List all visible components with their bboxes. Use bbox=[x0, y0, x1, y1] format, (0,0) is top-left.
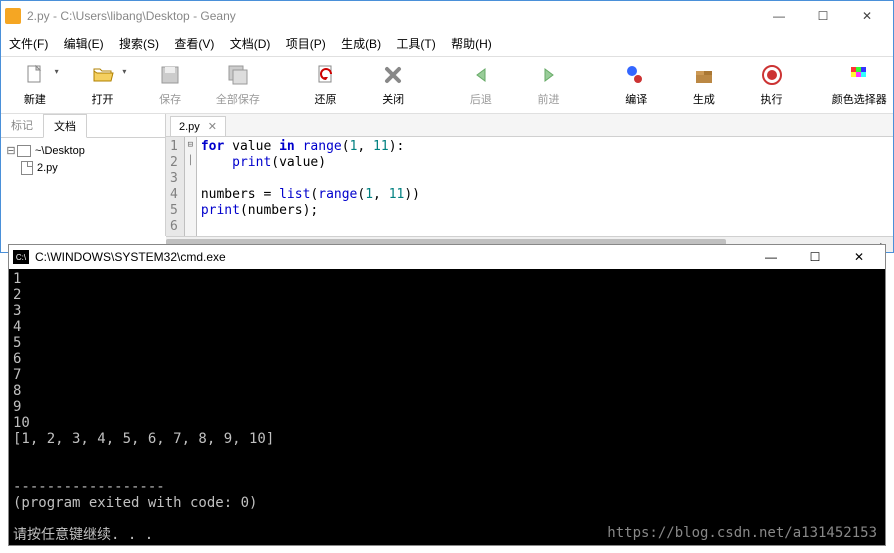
new-file-icon bbox=[23, 63, 47, 87]
caret-icon: ▾ bbox=[122, 67, 126, 76]
sidebar-tabs: 标记 文档 bbox=[1, 114, 165, 138]
color-picker-button[interactable]: 颜色选择器 bbox=[825, 59, 893, 111]
file-tree: ⊟ ~\Desktop 2.py bbox=[1, 138, 165, 181]
cmd-icon: C:\ bbox=[13, 250, 29, 264]
menu-file[interactable]: 文件(F) bbox=[9, 37, 48, 51]
line-numbers: 1 2 3 4 5 6 bbox=[166, 137, 185, 236]
console-text: 1 2 3 4 5 6 7 8 9 10 [1, 2, 3, 4, 5, 6, … bbox=[13, 271, 274, 543]
tree-file[interactable]: 2.py bbox=[5, 159, 161, 177]
forward-button[interactable]: 前进 bbox=[515, 59, 583, 111]
collapse-icon: ⊟ bbox=[5, 144, 17, 157]
maximize-button[interactable]: ☐ bbox=[801, 2, 845, 30]
console-minimize-button[interactable]: — bbox=[749, 246, 793, 268]
menu-view[interactable]: 查看(V) bbox=[174, 37, 214, 51]
fold-column[interactable]: ⊟ │ bbox=[185, 137, 197, 236]
sidebar-tab-documents[interactable]: 文档 bbox=[43, 114, 87, 138]
console-titlebar: C:\ C:\WINDOWS\SYSTEM32\cmd.exe — ☐ ✕ bbox=[9, 245, 885, 269]
new-button[interactable]: ▾新建 bbox=[1, 59, 69, 111]
menu-edit[interactable]: 编辑(E) bbox=[64, 37, 104, 51]
toolbar: ▾新建 ▾打开 保存 全部保存 还原 关闭 后退 前进 编译 生成 执行 颜色选… bbox=[1, 56, 893, 114]
console-output[interactable]: 1 2 3 4 5 6 7 8 9 10 [1, 2, 3, 4, 5, 6, … bbox=[9, 269, 885, 545]
console-maximize-button[interactable]: ☐ bbox=[793, 246, 837, 268]
code-editor[interactable]: 1 2 3 4 5 6 ⊟ │ for value in range(1, 11… bbox=[166, 137, 893, 236]
editor-area: 2.py ✕ 1 2 3 4 5 6 ⊟ │ for value in range… bbox=[166, 114, 893, 236]
close-file-icon bbox=[381, 63, 405, 87]
compile-icon bbox=[624, 63, 648, 87]
menu-project[interactable]: 项目(P) bbox=[286, 37, 326, 51]
back-button[interactable]: 后退 bbox=[447, 59, 515, 111]
open-button[interactable]: ▾打开 bbox=[69, 59, 137, 111]
open-folder-icon bbox=[91, 63, 115, 87]
close-file-button[interactable]: 关闭 bbox=[359, 59, 427, 111]
file-icon bbox=[21, 161, 33, 175]
menu-help[interactable]: 帮助(H) bbox=[451, 37, 492, 51]
menu-tools[interactable]: 工具(T) bbox=[396, 37, 435, 51]
menu-build[interactable]: 生成(B) bbox=[341, 37, 381, 51]
console-title: C:\WINDOWS\SYSTEM32\cmd.exe bbox=[35, 250, 749, 264]
folder-label: ~\Desktop bbox=[35, 145, 85, 157]
close-button[interactable]: ✕ bbox=[845, 2, 889, 30]
revert-icon bbox=[314, 63, 338, 87]
titlebar: 2.py - C:\Users\libang\Desktop - Geany —… bbox=[1, 1, 893, 31]
file-label: 2.py bbox=[37, 162, 58, 174]
geany-window: 2.py - C:\Users\libang\Desktop - Geany —… bbox=[0, 0, 894, 253]
window-title: 2.py - C:\Users\libang\Desktop - Geany bbox=[27, 9, 757, 23]
menubar: 文件(F) 编辑(E) 搜索(S) 查看(V) 文档(D) 项目(P) 生成(B… bbox=[1, 31, 893, 56]
code-content[interactable]: for value in range(1, 11): print(value) … bbox=[197, 137, 893, 236]
tab-label: 2.py bbox=[179, 121, 200, 133]
back-icon bbox=[469, 63, 493, 87]
close-tab-icon[interactable]: ✕ bbox=[208, 120, 217, 133]
sidebar: 标记 文档 ⊟ ~\Desktop 2.py bbox=[1, 114, 166, 236]
save-all-icon bbox=[226, 63, 250, 87]
execute-icon bbox=[760, 63, 784, 87]
caret-icon: ▾ bbox=[55, 67, 59, 76]
tree-folder[interactable]: ⊟ ~\Desktop bbox=[5, 142, 161, 159]
folder-icon bbox=[17, 145, 31, 157]
editor-tabs: 2.py ✕ bbox=[166, 114, 893, 137]
save-button[interactable]: 保存 bbox=[136, 59, 204, 111]
app-icon bbox=[5, 8, 21, 24]
minimize-button[interactable]: — bbox=[757, 2, 801, 30]
menu-document[interactable]: 文档(D) bbox=[230, 37, 271, 51]
build-button[interactable]: 生成 bbox=[670, 59, 738, 111]
save-icon bbox=[158, 63, 182, 87]
execute-button[interactable]: 执行 bbox=[738, 59, 806, 111]
editor-tab[interactable]: 2.py ✕ bbox=[170, 116, 226, 136]
watermark: https://blog.csdn.net/a131452153 bbox=[607, 525, 877, 541]
menu-search[interactable]: 搜索(S) bbox=[119, 37, 159, 51]
compile-button[interactable]: 编译 bbox=[602, 59, 670, 111]
console-window: C:\ C:\WINDOWS\SYSTEM32\cmd.exe — ☐ ✕ 1 … bbox=[8, 244, 886, 546]
revert-button[interactable]: 还原 bbox=[292, 59, 360, 111]
build-icon bbox=[692, 63, 716, 87]
forward-icon bbox=[537, 63, 561, 87]
main-area: 标记 文档 ⊟ ~\Desktop 2.py 2.py ✕ 1 2 3 4 5 6 … bbox=[1, 114, 893, 236]
sidebar-tab-symbols[interactable]: 标记 bbox=[1, 114, 43, 137]
console-close-button[interactable]: ✕ bbox=[837, 246, 881, 268]
save-all-button[interactable]: 全部保存 bbox=[204, 59, 272, 111]
color-picker-icon bbox=[847, 63, 871, 87]
